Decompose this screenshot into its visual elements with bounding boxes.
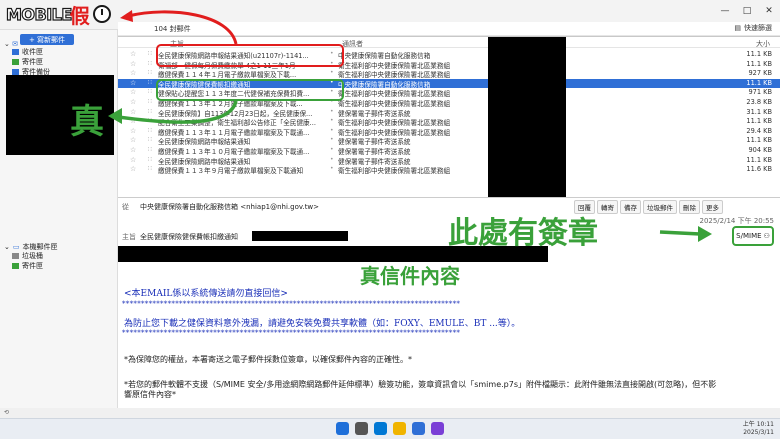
red-arrow-head: [120, 10, 133, 22]
taskbar: 上午 10:11 2025/3/11: [0, 418, 780, 439]
tray-time: 上午 10:11: [742, 421, 774, 428]
search-icon[interactable]: [355, 422, 368, 435]
tray-date: 2025/3/11: [743, 429, 774, 436]
status-bar: ⟲: [0, 408, 780, 418]
red-arrow: [127, 10, 238, 45]
annotation-signature-here: 此處有簽章: [448, 216, 598, 251]
annotation-real-content: 真信件內容: [360, 264, 460, 288]
mail-client-window: MOBILE 假 — □ ✕ 104 封郵件 ▤ 快速篩選 + 寫新郵件 ⌄ ✉…: [0, 0, 780, 439]
smime-arrow: [659, 230, 701, 236]
start-icon[interactable]: [336, 422, 349, 435]
annotation-arrows: [108, 10, 712, 242]
smime-arrow-head: [698, 226, 712, 242]
store-icon[interactable]: [431, 422, 444, 435]
annotation-real: 真: [70, 102, 104, 142]
folder-icon[interactable]: [393, 422, 406, 435]
green-arrow-head: [108, 108, 122, 124]
browser-icon[interactable]: [374, 422, 387, 435]
system-tray[interactable]: 上午 10:11 2025/3/11: [743, 421, 774, 437]
green-arrow: [117, 100, 238, 124]
taskbar-apps: [336, 422, 444, 435]
mail-app-icon[interactable]: [412, 422, 425, 435]
status-icon: ⟲: [4, 409, 10, 416]
